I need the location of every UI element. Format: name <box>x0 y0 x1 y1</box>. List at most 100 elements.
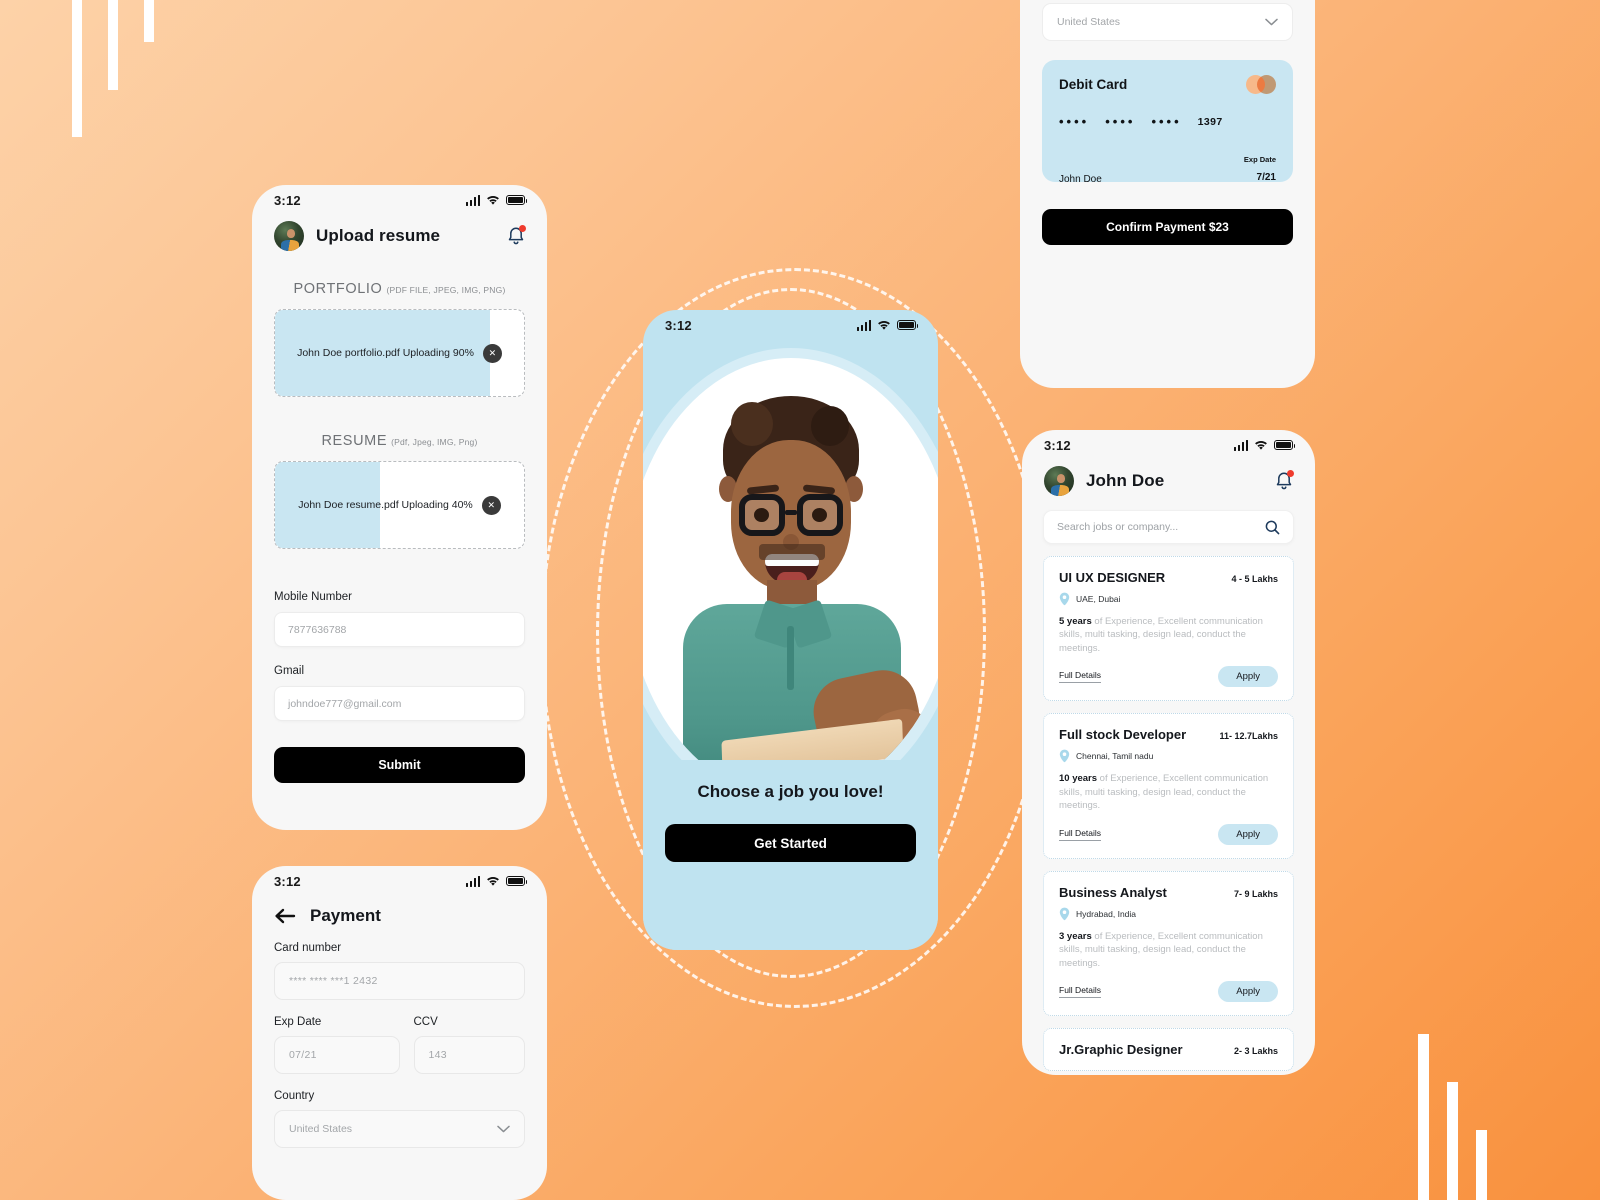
onboarding-hero <box>643 340 938 790</box>
search-icon[interactable] <box>1265 520 1280 535</box>
wifi-icon <box>1255 440 1267 450</box>
deco-bar <box>1418 1034 1429 1200</box>
full-details-link[interactable]: Full Details <box>1059 670 1102 684</box>
card-group-2: •••• <box>1105 114 1136 129</box>
portfolio-dropzone[interactable]: John Doe portfolio.pdf Uploading 90% ✕ <box>274 309 525 397</box>
status-bar-clock: 3:12 <box>665 317 692 333</box>
job-description: 5 years of Experience, Excellent communi… <box>1059 616 1263 654</box>
job-salary: 7- 9 Lakhs <box>1233 888 1278 899</box>
job-card[interactable]: Business Analyst 7- 9 Lakhs Hydrabad, Indi… <box>1043 870 1294 1017</box>
job-title: Business Analyst <box>1059 884 1167 900</box>
search-placeholder: Search jobs or company... <box>1057 521 1179 533</box>
job-card[interactable]: Jr.Graphic Designer 2- 3 Lakhs <box>1043 1028 1294 1072</box>
deco-bar <box>108 0 118 90</box>
apply-button[interactable]: Apply <box>1218 823 1278 845</box>
battery-icon <box>897 320 919 330</box>
phone-screen-onboarding: 3:12 Choose a job you love! Get Started <box>643 310 938 950</box>
portfolio-file-status: John Doe portfolio.pdf Uploading 90% <box>297 347 474 359</box>
country-label: Country <box>274 1090 315 1102</box>
portfolio-label: PORTFOLIO <box>293 281 383 297</box>
location-pin-icon <box>1059 907 1070 921</box>
job-title: Jr.Graphic Designer <box>1059 1042 1183 1058</box>
status-bar-icons <box>465 875 528 887</box>
job-location: Chennai, Tamil nadu <box>1076 751 1154 762</box>
job-experience: 3 years <box>1059 930 1092 942</box>
get-started-button[interactable]: Get Started <box>665 824 916 862</box>
mobile-number-input[interactable]: 7877636788 <box>274 612 525 647</box>
cellular-signal-icon <box>465 875 480 887</box>
notification-bell-icon[interactable] <box>507 225 526 246</box>
wifi-icon <box>487 195 499 205</box>
country-select-value: United States <box>1057 16 1121 28</box>
location-pin-icon <box>1059 750 1070 763</box>
full-details-link[interactable]: Full Details <box>1059 828 1102 841</box>
job-description: 3 years of Experience, Excellent communi… <box>1059 930 1263 969</box>
jobs-list: UI UX DESIGNER 4 - 5 Lakhs UAE, Dubai 5 yea… <box>1022 556 1315 1072</box>
phone-screen-payment: 3:12 Payment Card number **** **** ***1 … <box>252 866 547 1200</box>
status-bar-clock: 3:12 <box>1044 437 1071 453</box>
job-location: UAE, Dubai <box>1076 594 1121 604</box>
status-bar: 3:12 <box>643 310 938 340</box>
upload-header: Upload resume <box>252 215 547 251</box>
payment-header: Payment <box>252 896 547 926</box>
country-select[interactable]: United States <box>1042 3 1293 41</box>
country-select[interactable]: United States <box>274 1110 525 1148</box>
phone-screen-jobs: 3:12 John Doe Search jobs or company... <box>1022 430 1315 1075</box>
status-bar: 3:12 <box>1022 430 1315 460</box>
resume-label: RESUME <box>321 433 388 449</box>
country-select-value: United States <box>289 1123 353 1135</box>
battery-icon <box>506 876 528 886</box>
card-expiry-value: 7/21 <box>1256 172 1276 183</box>
exp-date-input[interactable]: 07/21 <box>274 1036 400 1074</box>
job-experience: 5 years <box>1059 616 1092 627</box>
job-title: UI UX DESIGNER <box>1059 570 1166 585</box>
apply-button[interactable]: Apply <box>1218 666 1278 688</box>
resume-cancel-icon[interactable]: ✕ <box>481 495 501 515</box>
user-name: John Doe <box>1086 471 1165 490</box>
job-description: 10 years of Experience, Excellent commun… <box>1059 773 1269 812</box>
status-bar: 3:12 <box>252 866 547 896</box>
cellular-signal-icon <box>1233 439 1248 451</box>
portfolio-cancel-icon[interactable]: ✕ <box>482 343 502 363</box>
apply-button[interactable]: Apply <box>1218 981 1278 1003</box>
decorative-bars-top-left <box>72 0 212 140</box>
chevron-down-icon <box>1265 18 1278 26</box>
chevron-down-icon <box>497 1125 510 1133</box>
avatar[interactable] <box>274 221 304 251</box>
job-title: Full stock Developer <box>1059 727 1187 743</box>
cellular-signal-icon <box>465 194 480 206</box>
notification-bell-icon[interactable] <box>1275 470 1294 491</box>
page-title: Payment <box>310 906 381 925</box>
card-number-label: Card number <box>274 942 342 954</box>
notification-dot <box>1287 470 1294 477</box>
back-arrow-icon[interactable] <box>274 907 296 925</box>
cellular-signal-icon <box>856 319 871 331</box>
avatar[interactable] <box>1044 466 1074 496</box>
debit-card[interactable]: Debit Card •••• •••• •••• 1397 John Doe … <box>1042 60 1293 185</box>
job-card[interactable]: Full stock Developer 11- 12.7Lakhs Chennai… <box>1043 713 1294 859</box>
full-details-link[interactable]: Full Details <box>1059 985 1102 999</box>
mobile-number-label: Mobile Number <box>274 591 352 603</box>
debit-card-title: Debit Card <box>1059 77 1128 92</box>
deco-bar <box>72 0 82 137</box>
phone-screen-confirm-payment: United States Debit Card •••• •••• •••• … <box>1020 0 1315 388</box>
deco-bar <box>1447 1082 1458 1200</box>
submit-button[interactable]: Submit <box>274 747 525 783</box>
hero-circle <box>643 358 938 790</box>
hero-person-illustration <box>643 358 938 790</box>
debit-card-number: •••• •••• •••• 1397 <box>1059 114 1276 129</box>
resume-dropzone[interactable]: John Doe resume.pdf Uploading 40% ✕ <box>274 461 525 549</box>
ccv-input[interactable]: 143 <box>413 1036 525 1074</box>
search-input[interactable]: Search jobs or company... <box>1043 510 1294 544</box>
battery-icon <box>506 195 528 205</box>
card-expiry: Exp Date 7/21 <box>1244 149 1276 185</box>
confirm-payment-button[interactable]: Confirm Payment $23 <box>1042 209 1293 245</box>
card-number-input[interactable]: **** **** ***1 2432 <box>274 962 525 1000</box>
job-experience: 10 years <box>1059 773 1098 785</box>
gmail-input[interactable]: johndoe777@gmail.com <box>274 686 525 721</box>
wifi-icon <box>487 876 499 886</box>
job-card[interactable]: UI UX DESIGNER 4 - 5 Lakhs UAE, Dubai 5 yea… <box>1043 556 1294 702</box>
phone-screen-upload-resume: 3:12 Upload resume PORTFOLIO (PDF FILE, J… <box>252 185 547 830</box>
onboarding-tagline: Choose a job you love! <box>697 782 884 801</box>
exp-date-label: Exp Date <box>274 1016 322 1028</box>
